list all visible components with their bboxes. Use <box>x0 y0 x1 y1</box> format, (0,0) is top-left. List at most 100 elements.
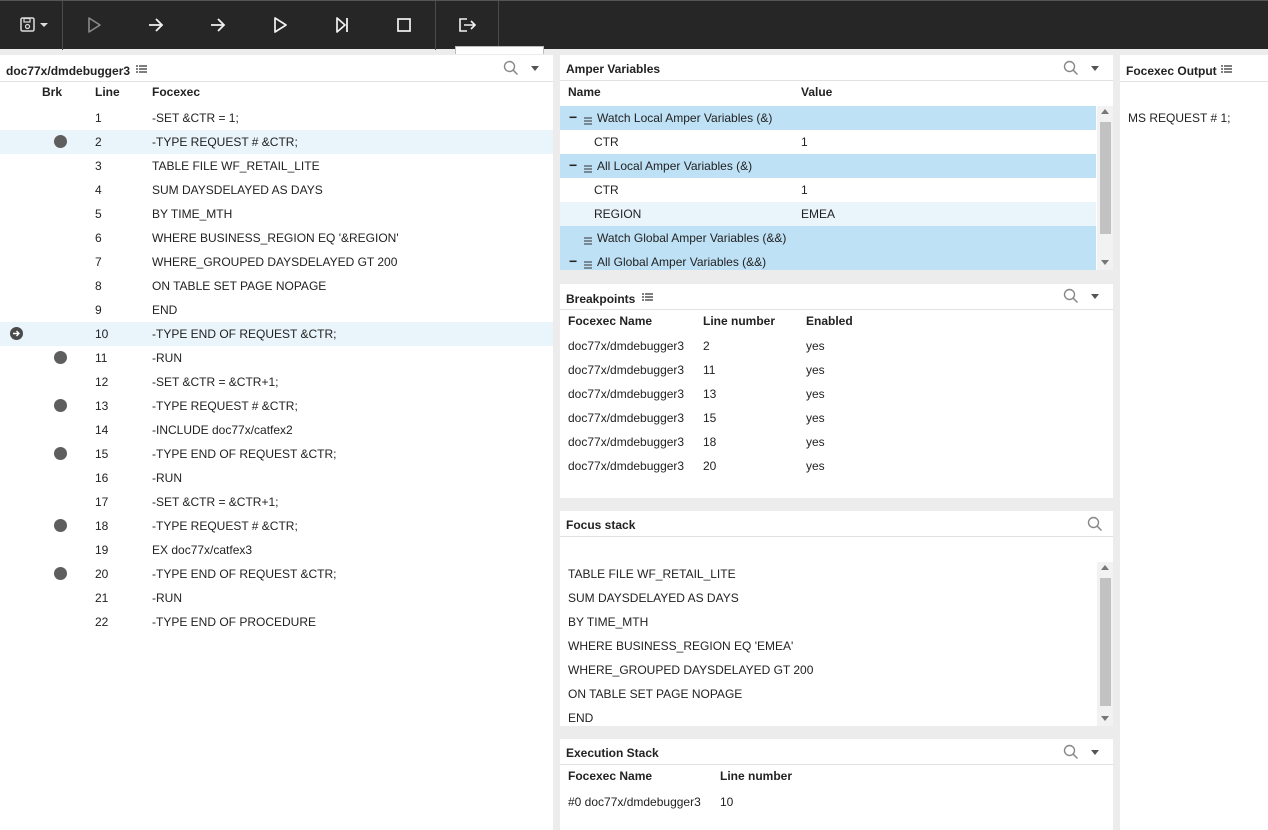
scroll-up-icon[interactable] <box>1101 565 1109 570</box>
collapse-toggle-icon[interactable]: − <box>569 110 577 124</box>
line-number: 2 <box>703 339 710 353</box>
source-line-row[interactable]: 18 -TYPE REQUEST # &CTR; <box>0 514 553 538</box>
search-icon[interactable] <box>1063 60 1079 76</box>
breakpoint-icon[interactable] <box>54 567 67 580</box>
source-line-row[interactable]: 11 -RUN <box>0 346 553 370</box>
source-line-row[interactable]: 12 -SET &CTR = &CTR+1; <box>0 370 553 394</box>
scroll-down-icon[interactable] <box>1101 716 1109 721</box>
amper-group-row[interactable]: − All Local Amper Variables (&) <box>560 154 1096 178</box>
search-icon[interactable] <box>1087 516 1103 532</box>
focexec-name: doc77x/dmdebugger3 <box>568 339 685 353</box>
breakpoint-icon[interactable] <box>54 519 67 532</box>
chevron-down-icon[interactable] <box>1091 750 1099 755</box>
line-number: 20 <box>95 567 109 581</box>
variable-value: 1 <box>801 183 808 197</box>
breakpoint-row[interactable]: doc77x/dmdebugger3 15 yes <box>560 406 1113 430</box>
line-number: 15 <box>703 411 717 425</box>
enabled-value: yes <box>806 435 825 449</box>
source-line-row[interactable]: 3 TABLE FILE WF_RETAIL_LITE <box>0 154 553 178</box>
source-line-row[interactable]: 21 -RUN <box>0 586 553 610</box>
source-line-row[interactable]: 2 -TYPE REQUEST # &CTR; <box>0 130 553 154</box>
continue-button[interactable] <box>266 11 294 39</box>
source-line-row[interactable]: 6 WHERE BUSINESS_REGION EQ '&REGION' <box>0 226 553 250</box>
line-number: 8 <box>95 279 102 293</box>
stop-button[interactable] <box>390 11 418 39</box>
exit-button[interactable] <box>453 11 481 39</box>
save-menu-button[interactable] <box>18 11 52 39</box>
breakpoint-row[interactable]: doc77x/dmdebugger3 20 yes <box>560 454 1113 478</box>
source-panel: doc77x/dmdebugger3 Brk Line Focexec 1 -SE… <box>0 55 553 830</box>
step-over-button[interactable] <box>142 11 170 39</box>
source-line-row[interactable]: 19 EX doc77x/catfex3 <box>0 538 553 562</box>
search-icon[interactable] <box>1063 288 1079 304</box>
source-line-row[interactable]: 13 -TYPE REQUEST # &CTR; <box>0 394 553 418</box>
amper-group-row[interactable]: − All Global Amper Variables (&&) <box>560 250 1096 270</box>
code-text: -TYPE END OF REQUEST &CTR; <box>152 327 337 341</box>
focexec-name: #0 doc77x/dmdebugger3 <box>568 795 701 809</box>
enabled-value: yes <box>806 387 825 401</box>
source-line-row[interactable]: 4 SUM DAYSDELAYED AS DAYS <box>0 178 553 202</box>
amper-group-label: Watch Global Amper Variables (&&) <box>597 231 787 245</box>
breakpoint-row[interactable]: doc77x/dmdebugger3 2 yes <box>560 334 1113 358</box>
source-line-row[interactable]: 1 -SET &CTR = 1; <box>0 106 553 130</box>
amper-scrollbar[interactable] <box>1097 106 1113 270</box>
list-icon[interactable] <box>136 65 147 73</box>
brk-column-header: Brk <box>42 85 63 99</box>
breakpoint-row[interactable]: doc77x/dmdebugger3 18 yes <box>560 430 1113 454</box>
breakpoint-icon[interactable] <box>54 447 67 460</box>
step-to-end-button[interactable] <box>328 11 356 39</box>
save-icon <box>20 17 48 32</box>
source-line-row[interactable]: 17 -SET &CTR = &CTR+1; <box>0 490 553 514</box>
source-line-row[interactable]: 7 WHERE_GROUPED DAYSDELAYED GT 200 <box>0 250 553 274</box>
collapse-toggle-icon[interactable]: − <box>569 158 577 172</box>
code-text: -SET &CTR = &CTR+1; <box>152 375 279 389</box>
breakpoint-row[interactable]: doc77x/dmdebugger3 13 yes <box>560 382 1113 406</box>
source-line-row[interactable]: 15 -TYPE END OF REQUEST &CTR; <box>0 442 553 466</box>
collapse-toggle-icon[interactable]: − <box>569 254 577 268</box>
search-icon[interactable] <box>503 60 519 76</box>
line-number: 18 <box>703 435 717 449</box>
amper-variable-row[interactable]: CTR 1 <box>560 178 1096 202</box>
exec-stack-row[interactable]: #0 doc77x/dmdebugger3 10 <box>560 790 1113 814</box>
search-icon[interactable] <box>1063 744 1079 760</box>
step-into-button[interactable] <box>204 11 232 39</box>
source-line-row[interactable]: 16 -RUN <box>0 466 553 490</box>
chevron-down-icon[interactable] <box>1091 66 1099 71</box>
scroll-thumb[interactable] <box>1100 578 1111 706</box>
source-line-row[interactable]: 8 ON TABLE SET PAGE NOPAGE <box>0 274 553 298</box>
variable-value: 1 <box>801 135 808 149</box>
source-line-row[interactable]: 22 -TYPE END OF PROCEDURE <box>0 610 553 634</box>
amper-variable-row[interactable]: REGION EMEA <box>560 202 1096 226</box>
line-number: 11 <box>703 363 716 377</box>
amper-variable-row[interactable]: CTR 1 <box>560 130 1096 154</box>
code-text: EX doc77x/catfex3 <box>152 543 253 557</box>
scroll-thumb[interactable] <box>1100 122 1111 234</box>
source-line-row[interactable]: 10 -TYPE END OF REQUEST &CTR; <box>0 322 553 346</box>
list-icon[interactable] <box>1221 65 1232 73</box>
list-icon <box>584 234 592 245</box>
focexec-output-panel: Focexec Output MS REQUEST # 1; <box>1120 55 1268 830</box>
breakpoint-row[interactable]: doc77x/dmdebugger3 11 yes <box>560 358 1113 382</box>
line-number: 14 <box>95 423 109 437</box>
chevron-down-icon[interactable] <box>1091 294 1099 299</box>
source-line-row[interactable]: 20 -TYPE END OF REQUEST &CTR; <box>0 562 553 586</box>
run-button[interactable] <box>80 11 108 39</box>
breakpoint-icon[interactable] <box>54 399 67 412</box>
amper-rows: − Watch Local Amper Variables (&) CTR 1 − All… <box>560 106 1096 270</box>
arrow-right-icon <box>211 18 226 32</box>
list-icon[interactable] <box>642 293 653 301</box>
amper-group-row[interactable]: − Watch Local Amper Variables (&) <box>560 106 1096 130</box>
scroll-up-icon[interactable] <box>1101 109 1109 114</box>
focus-scrollbar[interactable] <box>1097 562 1113 726</box>
source-line-row[interactable]: 5 BY TIME_MTH <box>0 202 553 226</box>
breakpoint-icon[interactable] <box>54 351 67 364</box>
source-line-row[interactable]: 14 -INCLUDE doc77x/catfex2 <box>0 418 553 442</box>
scroll-down-icon[interactable] <box>1101 260 1109 265</box>
breakpoint-icon[interactable] <box>54 135 67 148</box>
amper-group-row[interactable]: Watch Global Amper Variables (&&) <box>560 226 1096 250</box>
chevron-down-icon[interactable] <box>531 66 539 71</box>
source-line-row[interactable]: 9 END <box>0 298 553 322</box>
code-text: -TYPE END OF REQUEST &CTR; <box>152 567 337 581</box>
line-number-column-header: Line number <box>703 314 776 328</box>
code-text: WHERE BUSINESS_REGION EQ '&REGION' <box>152 231 399 245</box>
